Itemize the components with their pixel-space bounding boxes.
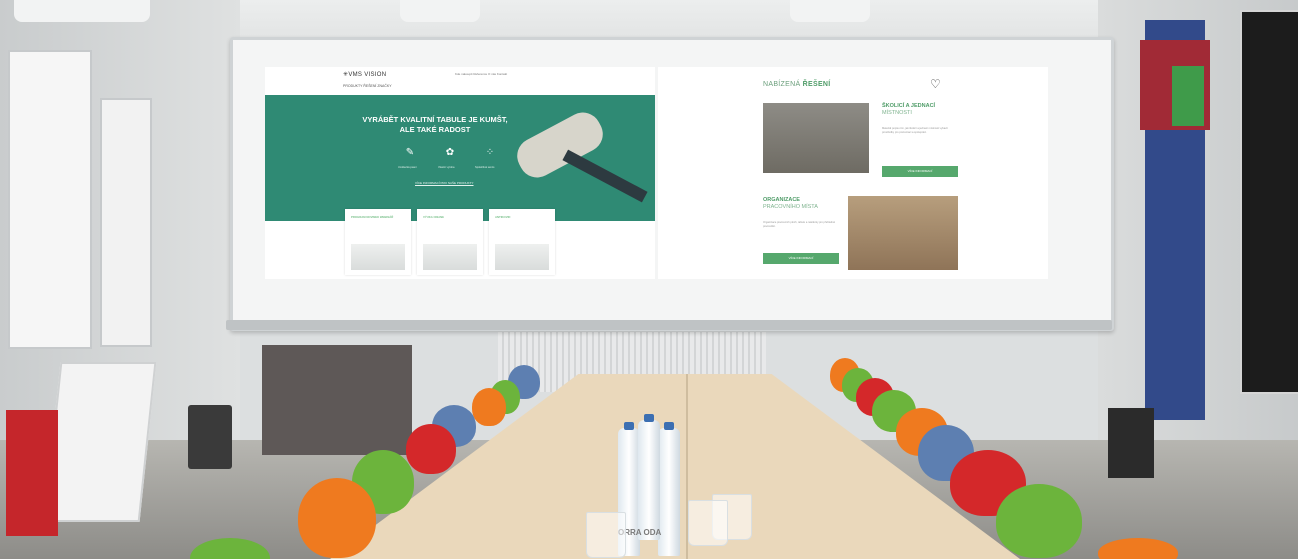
bottle-cap [664,422,674,430]
water-bottle [638,420,660,540]
equipment-case [188,405,232,469]
projector-left [14,0,150,22]
drinking-glass [688,500,728,546]
pen-icon: ✎ [405,147,415,158]
conference-room-scene: ✳VMS VISION Kde nakoupit Reference O nás… [0,0,1298,559]
hero-title: VYRÁBĚT KVALITNÍ TABULE JE KUMŠT, ALE TA… [362,115,508,134]
bottle-cap [644,414,654,422]
projected-website-right: NABÍZENÁ ŘEŠENÍ ♡ ŠKOLICÍ A JEDNACÍ MÍST… [658,67,1048,279]
section-heading: NABÍZENÁ ŘEŠENÍ [763,81,831,88]
dots-icon: ⁘ [485,147,495,158]
heart-icon: ♡ [930,77,941,91]
drinking-glass [586,512,626,558]
projected-website-left: ✳VMS VISION Kde nakoupit Reference O nás… [265,67,655,279]
card-webinar: PROGRAM NOVINEK WEBINÁŘ [345,209,411,275]
section1-text: Materiál popisu tím, jak školicí a jedna… [882,127,948,134]
card-label: ANTIKOVID [495,215,511,219]
card-antikovid: ANTIKOVID [489,209,555,275]
top-nav: Kde nakoupit Reference O nás Kontakt [455,72,508,76]
chair-orange [298,478,376,558]
card-label: PROGRAM NOVINEK WEBINÁŘ [351,215,394,219]
more-info-button-2: VÍCE INFORMACÍ [763,253,839,264]
card-online: VÝUKA ONLINE [417,209,483,275]
palette-icon: ✿ [445,147,455,158]
vms-vision-logo: ✳VMS VISION [343,72,387,78]
wall-planner-board [43,362,157,522]
chair-orange [472,388,506,426]
section2-title-light: PRACOVNÍHO MÍSTA [763,204,818,210]
card-thumbnail [423,244,477,270]
office-workplace-photo [848,196,958,270]
projector-center-right [790,0,870,22]
mallet-handle [562,149,648,203]
hero-caption-2: Vlastní výroba [438,166,455,169]
hero-caption-3: Spolehlivá servis [475,166,495,169]
projector-center-left [400,0,480,22]
chair-red [406,424,456,474]
heading-bold: ŘEŠENÍ [802,81,831,88]
main-nav: PRODUKTY ŘEŠENÍ ZNAČKY [343,84,392,88]
more-info-button-1: VÍCE INFORMACÍ [882,166,958,177]
hero-caption-1: Umělecká psaní [398,166,417,169]
water-bottle [658,428,680,556]
card-thumbnail [351,244,405,270]
section1-title-bold: ŠKOLICÍ A JEDNACÍ [882,103,936,109]
right-wall-green-panel [1172,66,1204,126]
section2-title: ORGANIZACE PRACOVNÍHO MÍSTA [763,197,818,211]
side-flipchart [100,98,152,347]
section2-text: Organizace pracovních ploch, tabule a ná… [763,221,836,228]
section1-title-light: MÍSTNOSTI [882,110,912,116]
heading-light: NABÍZENÁ [763,81,801,88]
bottle-cap [624,422,634,430]
meeting-room-photo [763,103,869,173]
section2-title-bold: ORGANIZACE [763,197,800,203]
card-thumbnail [495,244,549,270]
whiteboard-marker-rail [226,320,1112,330]
hero-link: VÍCE INFORMACÍ PRO NAŠE PRODUKTY [415,181,474,185]
section1-title: ŠKOLICÍ A JEDNACÍ MÍSTNOSTI [882,103,935,117]
hero-banner: VYRÁBĚT KVALITNÍ TABULE JE KUMŠT, ALE TA… [265,95,655,221]
card-label: VÝUKA ONLINE [423,215,445,219]
product-cards: PROGRAM NOVINEK WEBINÁŘ VÝUKA ONLINE ANT… [345,209,557,275]
red-panel-left [6,410,58,536]
speaker [1108,408,1154,478]
wall-display [1240,10,1298,394]
chair-green [996,484,1082,558]
side-whiteboard [8,50,92,349]
display-cabinet [262,345,412,455]
